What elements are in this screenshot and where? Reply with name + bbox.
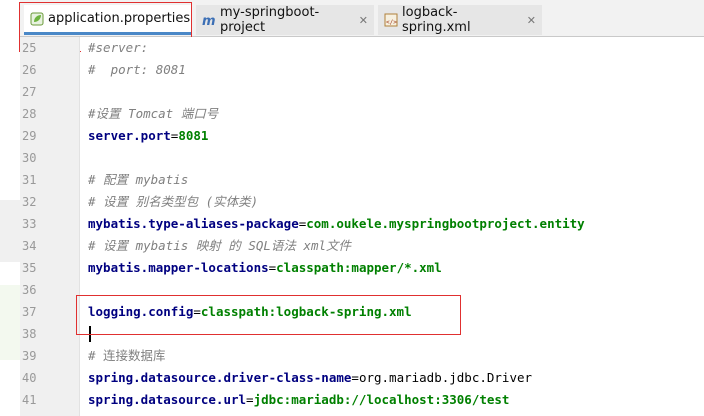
- comment-text: #设置 Tomcat 端口号: [88, 106, 219, 121]
- code-line-34: # 设置 mybatis 映射 的 SQL语法 xml文件: [88, 235, 351, 257]
- comment-text: #server:: [88, 40, 149, 55]
- property-value: classpath:mapper/*.xml: [276, 260, 442, 275]
- equals-sign: =: [246, 392, 254, 407]
- code-line-29: server.port=8081: [88, 125, 208, 147]
- code-line-32: # 设置 别名类型包 (实体类): [88, 191, 258, 213]
- comment-text: # 设置 mybatis 映射 的 SQL语法 xml文件: [88, 238, 352, 253]
- property-key: spring.datasource.url: [88, 392, 247, 407]
- code-line-28: #设置 Tomcat 端口号: [88, 103, 218, 125]
- comment-text: # 配置 mybatis: [88, 172, 189, 187]
- project-tool-strip: [0, 0, 20, 416]
- property-key: spring.datasource.driver-class-name: [88, 370, 352, 385]
- line-number: 41: [22, 393, 37, 407]
- close-icon[interactable]: ✕: [359, 14, 368, 27]
- code-line-39: # 连接数据库: [88, 345, 166, 367]
- svg-text:m: m: [202, 14, 216, 27]
- line-number: 25: [22, 41, 37, 55]
- side-strip-band: [0, 200, 20, 262]
- comment-text: # 设置 别名类型包 (实体类): [88, 194, 259, 209]
- line-number: 36: [22, 283, 37, 297]
- property-value: jdbc:mariadb://localhost:3306/test: [253, 392, 510, 407]
- code-editor[interactable]: #server: # port: 8081 #设置 Tomcat 端口号 ser…: [81, 37, 704, 416]
- property-value: com.oukele.myspringbootproject.entity: [306, 216, 585, 231]
- side-strip-band: [0, 285, 20, 360]
- property-key: mybatis.mapper-locations: [88, 260, 269, 275]
- close-icon[interactable]: ✕: [527, 14, 536, 27]
- code-line-33: mybatis.type-aliases-package=com.oukele.…: [88, 213, 585, 235]
- code-line-25: #server:: [88, 37, 148, 59]
- property-value: org.mariadb.jdbc.Driver: [358, 370, 533, 385]
- line-number: 37: [22, 305, 37, 319]
- property-value: 8081: [178, 128, 209, 143]
- line-number: 38: [22, 327, 37, 341]
- line-number: 40: [22, 371, 37, 385]
- equals-sign: =: [351, 370, 359, 385]
- comment-text: # 连接数据库: [88, 348, 166, 363]
- property-key: mybatis.type-aliases-package: [88, 216, 299, 231]
- tab-label: logback-spring.xml: [402, 5, 471, 35]
- line-number: 30: [22, 151, 37, 165]
- code-line-31: # 配置 mybatis: [88, 169, 188, 191]
- line-number: 29: [22, 129, 37, 143]
- code-line-26: # port: 8081: [88, 59, 186, 81]
- line-number: 35: [22, 261, 37, 275]
- line-number: 33: [22, 217, 37, 231]
- line-number: 32: [22, 195, 37, 209]
- xml-file-icon: </>: [384, 13, 398, 27]
- line-number: 31: [22, 173, 37, 187]
- property-key: server.port: [88, 128, 171, 143]
- svg-text:</>: </>: [386, 19, 397, 26]
- comment-text: # port: 8081: [88, 62, 186, 77]
- code-line-40: spring.datasource.driver-class-name=org.…: [88, 367, 532, 389]
- code-line-35: mybatis.mapper-locations=classpath:mappe…: [88, 257, 442, 279]
- highlight-box-logging-config: [76, 295, 461, 335]
- tab-label: my-springboot-project: [220, 5, 320, 35]
- code-line-41: spring.datasource.url=jdbc:mariadb://loc…: [88, 389, 509, 411]
- line-number: 34: [22, 239, 37, 253]
- tab-my-springboot-project[interactable]: m my-springboot-project ✕: [196, 5, 374, 35]
- line-number: 39: [22, 349, 37, 363]
- maven-m-icon: m: [202, 14, 216, 27]
- line-number: 26: [22, 63, 37, 77]
- tab-logback-spring-xml[interactable]: </> logback-spring.xml ✕: [378, 5, 542, 35]
- line-number: 27: [22, 85, 37, 99]
- line-number-gutter: 25 26 27 28 29 30 31 32 33 34 35 36 37 3…: [20, 37, 80, 416]
- line-number: 28: [22, 107, 37, 121]
